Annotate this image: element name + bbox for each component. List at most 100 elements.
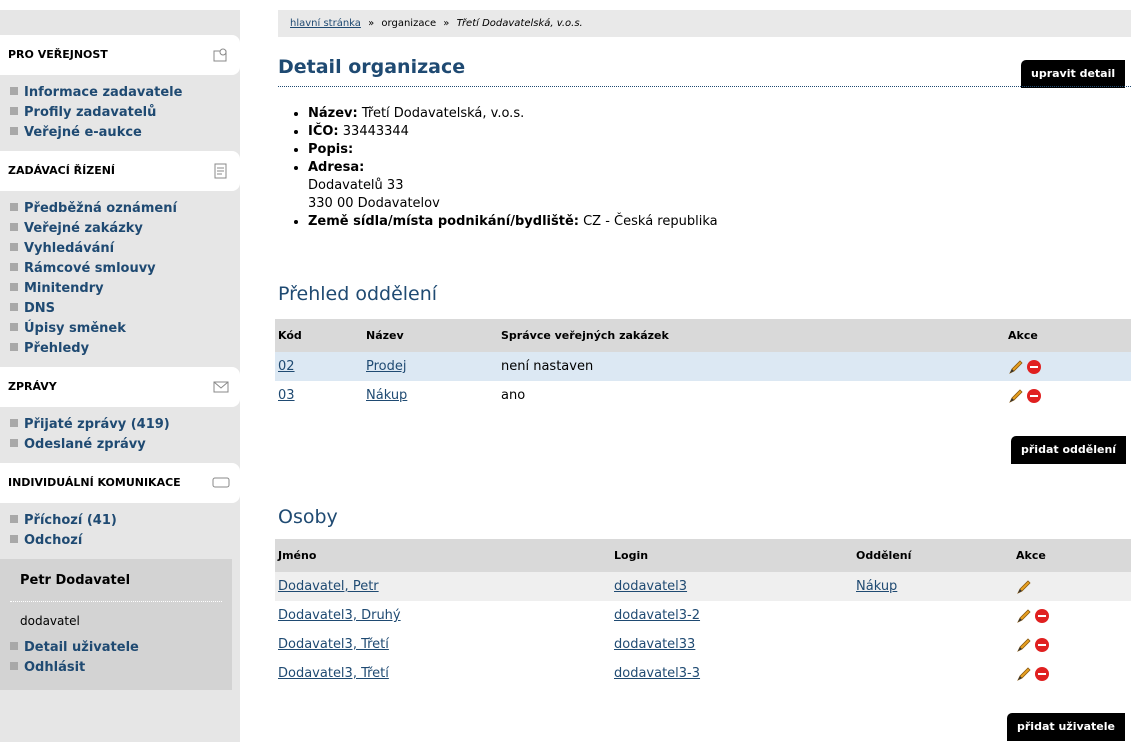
- pencil-icon[interactable]: [1016, 608, 1032, 624]
- bullet-icon: [10, 127, 18, 135]
- column-header: Jméno: [275, 539, 611, 572]
- user-box: Petr Dodavatel dodavatel Detail uživatel…: [0, 559, 232, 690]
- bullet-icon: [10, 642, 18, 650]
- department-code-link[interactable]: 02: [278, 359, 295, 374]
- detail-name: Název: Třetí Dodavatelská, v.o.s.: [308, 105, 718, 123]
- sidebar: PRO VEŘEJNOST Informace zadavatele Profi…: [0, 10, 240, 742]
- sidebar-item-upisy-smenek[interactable]: Úpisy směnek: [10, 319, 240, 339]
- user-detail-link[interactable]: Detail uživatele: [10, 638, 232, 658]
- sidebar-item-prehledy[interactable]: Přehledy: [10, 339, 240, 359]
- person-department-link[interactable]: Nákup: [856, 579, 897, 594]
- breadcrumb-middle: organizace: [381, 18, 437, 29]
- table-row: 03 Nákup ano: [275, 381, 1131, 410]
- breadcrumb-home-link[interactable]: hlavní stránka: [290, 18, 361, 29]
- delete-icon[interactable]: [1035, 637, 1049, 652]
- logout-link[interactable]: Odhlásit: [10, 658, 232, 678]
- column-header: Login: [611, 539, 853, 572]
- table-header-row: Kód Název Správce veřejných zakázek Akce: [275, 319, 1131, 352]
- section-header-pro-verejnost: PRO VEŘEJNOST: [0, 35, 240, 75]
- person-name-link[interactable]: Dodavatel3, Třetí: [278, 637, 389, 652]
- bullet-icon: [10, 203, 18, 211]
- user-role: dodavatel: [20, 614, 80, 628]
- title-divider: [278, 86, 1131, 87]
- person-icon: [213, 48, 227, 62]
- person-department: [853, 659, 1013, 688]
- bullet-icon: [10, 419, 18, 427]
- bullet-icon: [10, 439, 18, 447]
- table-row: 02 Prodej není nastaven: [275, 352, 1131, 381]
- breadcrumb-current: Třetí Dodavatelská, v.o.s.: [456, 18, 583, 29]
- sidebar-item-predbezna-oznameni[interactable]: Předběžná oznámení: [10, 199, 240, 219]
- person-login-link[interactable]: dodavatel33: [614, 637, 695, 652]
- sidebar-item-informace-zadavatele[interactable]: Informace zadavatele: [10, 83, 240, 103]
- sidebar-item-verejne-zakazky[interactable]: Veřejné zakázky: [10, 219, 240, 239]
- persons-table: Jméno Login Oddělení Akce Dodavatel, Pet…: [275, 539, 1131, 688]
- person-login-link[interactable]: dodavatel3: [614, 579, 687, 594]
- delete-icon[interactable]: [1035, 608, 1049, 623]
- sidebar-item-minitendry[interactable]: Minitendry: [10, 279, 240, 299]
- bullet-icon: [10, 323, 18, 331]
- edit-detail-button[interactable]: upravit detail: [1021, 60, 1126, 88]
- pencil-icon[interactable]: [1016, 579, 1032, 595]
- department-code-link[interactable]: 03: [278, 388, 295, 403]
- person-department: [853, 630, 1013, 659]
- delete-icon[interactable]: [1027, 359, 1041, 374]
- departments-heading: Přehled oddělení: [278, 283, 438, 305]
- pencil-icon[interactable]: [1016, 666, 1032, 682]
- table-header-row: Jméno Login Oddělení Akce: [275, 539, 1131, 572]
- sidebar-item-odchozi[interactable]: Odchozí: [10, 531, 240, 551]
- sidebar-item-vyhledavani[interactable]: Vyhledávání: [10, 239, 240, 259]
- organization-detail-list: Název: Třetí Dodavatelská, v.o.s. IČO: 3…: [290, 105, 718, 231]
- department-name-link[interactable]: Prodej: [366, 359, 407, 374]
- menu-zpravy: Přijaté zprávy (419) Odeslané zprávy: [0, 407, 240, 463]
- table-row: Dodavatel3, Třetí dodavatel33: [275, 630, 1131, 659]
- envelope-icon: [213, 381, 229, 393]
- person-name-link[interactable]: Dodavatel, Petr: [278, 579, 379, 594]
- sidebar-item-prijate-zpravy[interactable]: Přijaté zprávy (419): [10, 415, 240, 435]
- menu-individualni-komunikace: Příchozí (41) Odchozí: [0, 503, 240, 559]
- menu-pro-verejnost: Informace zadavatele Profily zadavatelů …: [0, 75, 240, 151]
- breadcrumb-separator: »: [368, 18, 375, 29]
- sidebar-item-profily-zadavatelu[interactable]: Profily zadavatelů: [10, 103, 240, 123]
- column-header: Akce: [1005, 319, 1131, 352]
- person-name-link[interactable]: Dodavatel3, Druhý: [278, 608, 401, 623]
- detail-address: Adresa: Dodavatelů 33 330 00 Dodavatelov: [308, 159, 718, 213]
- table-row: Dodavatel3, Třetí dodavatel3-3: [275, 659, 1131, 688]
- detail-country: Země sídla/místa podnikání/bydliště: CZ …: [308, 213, 718, 231]
- bullet-icon: [10, 243, 18, 251]
- section-title: INDIVIDUÁLNÍ KOMUNIKACE: [8, 476, 181, 489]
- person-login-link[interactable]: dodavatel3-3: [614, 666, 700, 681]
- bullet-icon: [10, 515, 18, 523]
- table-row: Dodavatel, Petr dodavatel3 Nákup: [275, 572, 1131, 601]
- user-links: Detail uživatele Odhlásit: [0, 638, 232, 678]
- bullet-icon: [10, 263, 18, 271]
- add-department-button[interactable]: přidat oddělení: [1011, 436, 1127, 464]
- sidebar-item-dns[interactable]: DNS: [10, 299, 240, 319]
- delete-icon[interactable]: [1027, 388, 1041, 403]
- pencil-icon[interactable]: [1008, 388, 1024, 404]
- bullet-icon: [10, 662, 18, 670]
- pencil-icon[interactable]: [1008, 359, 1024, 375]
- chat-icon: [212, 477, 230, 488]
- delete-icon[interactable]: [1035, 666, 1049, 681]
- user-name: Petr Dodavatel: [20, 573, 131, 588]
- add-user-button[interactable]: přidat uživatele: [1007, 713, 1126, 741]
- column-header: Akce: [1013, 539, 1131, 572]
- departments-table: Kód Název Správce veřejných zakázek Akce…: [275, 319, 1131, 410]
- bullet-icon: [10, 343, 18, 351]
- document-icon: [214, 163, 227, 179]
- sidebar-item-ramcove-smlouvy[interactable]: Rámcové smlouvy: [10, 259, 240, 279]
- column-header: Správce veřejných zakázek: [498, 319, 1005, 352]
- section-header-zpravy: ZPRÁVY: [0, 367, 240, 407]
- sidebar-item-verejne-e-aukce[interactable]: Veřejné e-aukce: [10, 123, 240, 143]
- pencil-icon[interactable]: [1016, 637, 1032, 653]
- table-row: Dodavatel3, Druhý dodavatel3-2: [275, 601, 1131, 630]
- department-manager: není nastaven: [498, 352, 1005, 381]
- bullet-icon: [10, 223, 18, 231]
- menu-zadavaci-rizeni: Předběžná oznámení Veřejné zakázky Vyhle…: [0, 191, 240, 367]
- sidebar-item-odeslane-zpravy[interactable]: Odeslané zprávy: [10, 435, 240, 455]
- person-name-link[interactable]: Dodavatel3, Třetí: [278, 666, 389, 681]
- department-name-link[interactable]: Nákup: [366, 388, 407, 403]
- person-login-link[interactable]: dodavatel3-2: [614, 608, 700, 623]
- sidebar-item-prichozi[interactable]: Příchozí (41): [10, 511, 240, 531]
